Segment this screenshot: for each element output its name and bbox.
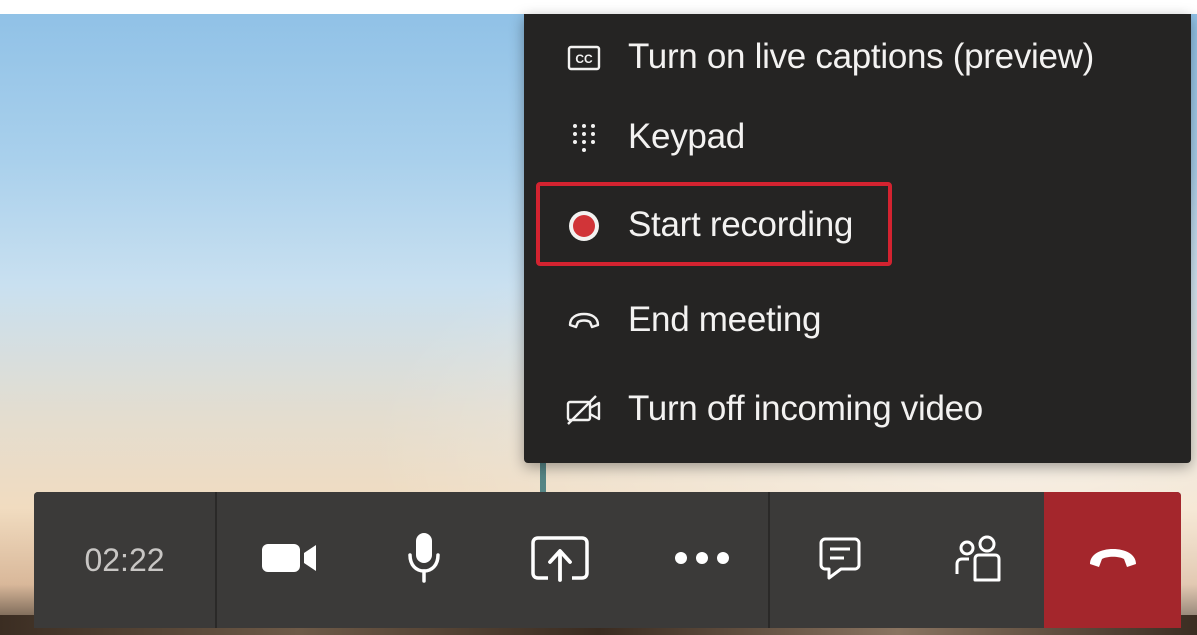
menu-item-label: End meeting [628, 300, 822, 340]
end-call-icon [566, 303, 602, 339]
share-screen-icon [530, 534, 590, 587]
chat-icon [819, 536, 861, 585]
video-camera-icon [260, 540, 320, 581]
participants-button[interactable] [910, 492, 1044, 628]
menu-item-live-captions[interactable]: CC Turn on live captions (preview) [524, 14, 1191, 102]
svg-text:CC: CC [575, 52, 593, 66]
hang-up-icon [1087, 546, 1139, 575]
more-options-icon [672, 551, 732, 570]
microphone-button[interactable] [364, 492, 484, 628]
chat-button[interactable] [770, 492, 910, 628]
call-timer: 02:22 [84, 541, 165, 578]
keypad-icon [566, 120, 602, 156]
share-button[interactable] [484, 492, 636, 628]
participants-icon [953, 534, 1001, 587]
more-actions-menu: CC Turn on live captions (preview) Keypa… [524, 14, 1191, 463]
menu-item-label: Keypad [628, 117, 745, 157]
top-edge [0, 0, 1197, 14]
menu-item-label: Turn off incoming video [628, 389, 983, 429]
video-off-icon [566, 392, 602, 428]
menu-item-keypad[interactable]: Keypad [524, 94, 1191, 182]
menu-item-turn-off-incoming-video[interactable]: Turn off incoming video [524, 366, 1191, 454]
record-icon [566, 208, 602, 244]
closed-captions-icon: CC [566, 40, 602, 76]
microphone-icon [406, 531, 442, 590]
menu-item-label: Turn on live captions (preview) [628, 37, 1094, 77]
camera-button[interactable] [216, 492, 364, 628]
menu-item-end-meeting[interactable]: End meeting [524, 277, 1191, 365]
meeting-control-bar: 02:22 [34, 492, 1181, 628]
hang-up-button[interactable] [1044, 492, 1181, 628]
menu-item-label: Start recording [628, 205, 854, 245]
more-actions-button[interactable] [636, 492, 768, 628]
menu-item-start-recording[interactable]: Start recording [524, 182, 1191, 270]
